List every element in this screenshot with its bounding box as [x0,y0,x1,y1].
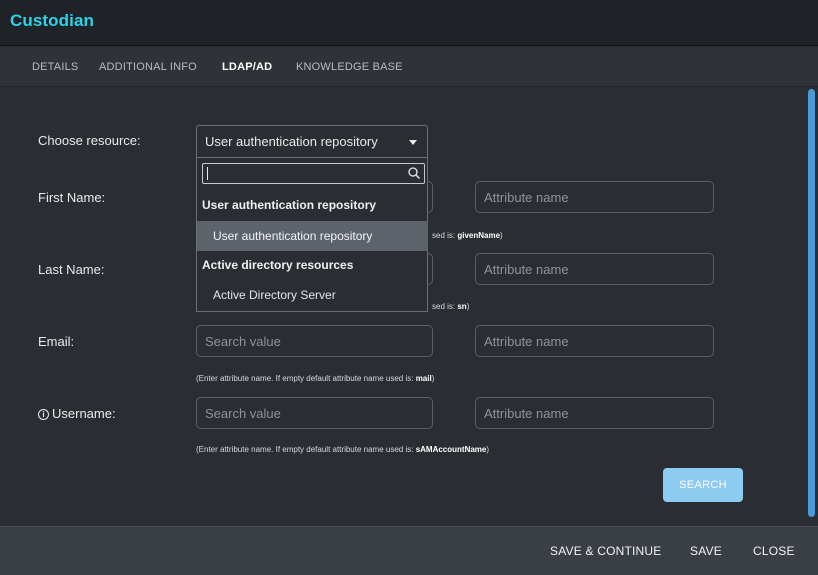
save-button[interactable]: SAVE [690,544,722,558]
close-button[interactable]: CLOSE [753,544,795,558]
resource-select[interactable]: User authentication repository [196,125,428,158]
dropdown-search-box[interactable] [202,163,425,184]
first-name-label: First Name: [38,190,106,205]
last-name-attribute-input[interactable] [475,253,714,285]
last-name-hint: sed is: sn) [432,302,470,311]
username-hint-default: sAMAccountName [415,445,487,454]
resource-select-value: User authentication repository [205,134,378,149]
last-name-label: Last Name: [38,262,105,277]
tab-knowledge-base[interactable]: KNOWLEDGE BASE [296,61,403,73]
app-title: Custodian [10,11,95,30]
username-hint: (Enter attribute name. If empty default … [196,445,490,454]
last-name-hint-default: sn [457,302,467,311]
scrollbar[interactable] [806,89,817,519]
email-hint-default: mail [415,374,432,383]
tab-details[interactable]: DETAILS [32,61,78,73]
ldap-form: Choose resource: User authentication rep… [0,88,818,526]
tab-ldap-ad[interactable]: LDAP/AD [222,61,272,73]
dropdown-group-active-directory: Active directory resources [202,258,354,272]
chevron-down-icon [409,140,417,145]
search-icon [408,167,420,179]
username-attribute-input[interactable] [475,397,714,429]
scrollbar-thumb[interactable] [808,89,815,517]
username-hint-text: (Enter attribute name. If empty default … [196,445,414,454]
choose-resource-label: Choose resource: [38,133,141,148]
title-bar: Custodian [0,0,818,46]
first-name-hint-default: givenName [457,231,501,240]
username-search-input[interactable] [196,397,433,429]
dropdown-group-user-auth: User authentication repository [202,198,377,212]
dropdown-option-user-auth-repository[interactable]: User authentication repository [197,221,428,251]
email-search-input[interactable] [196,325,433,357]
email-label: Email: [38,334,75,349]
footer-bar: SAVE & CONTINUE SAVE CLOSE [0,526,818,575]
email-hint-text: (Enter attribute name. If empty default … [196,374,414,383]
email-hint: (Enter attribute name. If empty default … [196,374,435,383]
dropdown-option-active-directory-server[interactable]: Active Directory Server [197,280,428,310]
email-attribute-input[interactable] [475,325,714,357]
info-icon[interactable]: i [38,409,49,420]
dropdown-search-input[interactable] [207,166,402,181]
save-continue-button[interactable]: SAVE & CONTINUE [550,544,661,558]
last-name-hint-text: sed is: [432,302,456,311]
tab-bar: DETAILS ADDITIONAL INFO LDAP/AD KNOWLEDG… [0,47,818,87]
resource-dropdown: User authentication repository User auth… [196,158,428,312]
first-name-hint-text: sed is: [432,231,456,240]
first-name-attribute-input[interactable] [475,181,714,213]
first-name-hint: sed is: givenName) [432,231,503,240]
tab-additional-info[interactable]: ADDITIONAL INFO [99,61,197,73]
username-row-label: i Username: [38,406,116,421]
username-label: Username: [52,406,116,421]
search-button[interactable]: SEARCH [663,468,743,502]
